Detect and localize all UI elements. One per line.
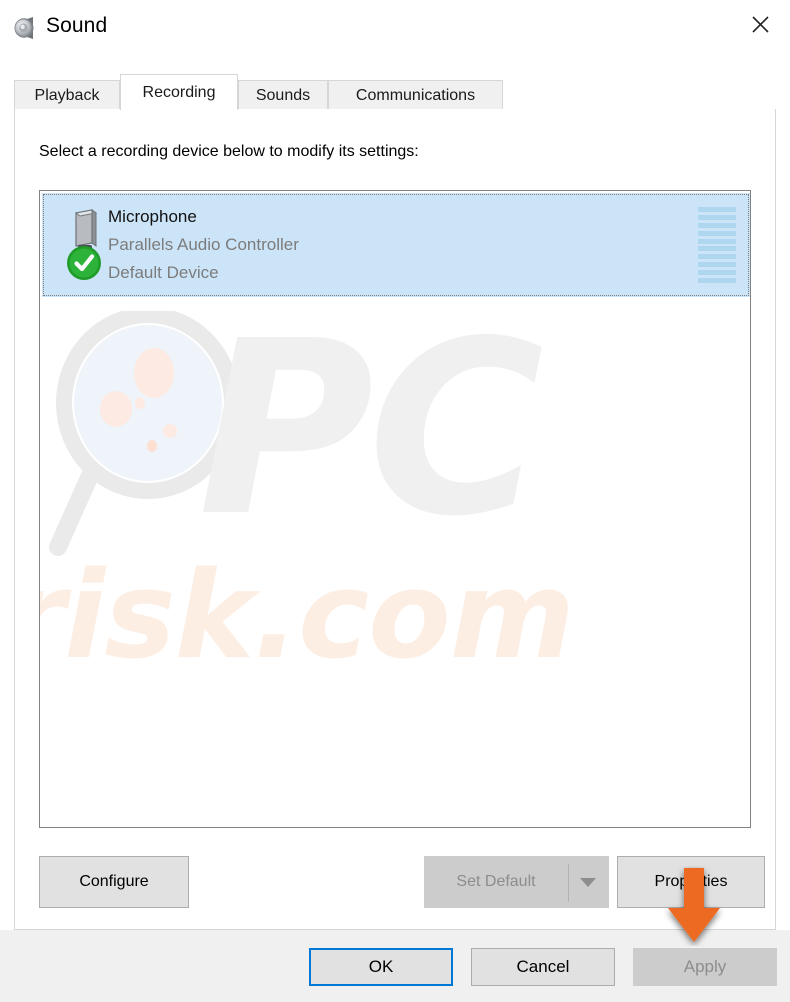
meter-segment <box>698 246 736 252</box>
tab-playback[interactable]: Playback <box>14 80 120 110</box>
tab-communications-label: Communications <box>355 86 476 104</box>
magnifying-glass-icon <box>49 311 238 556</box>
watermark-text-secondary: risk.com <box>40 547 575 686</box>
tab-sounds-label: Sounds <box>255 86 311 104</box>
cancel-button-label: Cancel <box>516 957 570 976</box>
close-button[interactable] <box>730 0 790 48</box>
apply-button-label: Apply <box>683 957 727 976</box>
tab-recording[interactable]: Recording <box>120 74 238 110</box>
meter-segment <box>698 207 736 212</box>
set-default-button: Set Default <box>424 856 568 908</box>
apply-button: Apply <box>633 948 777 986</box>
title-bar: Sound <box>0 0 790 56</box>
tab-sounds[interactable]: Sounds <box>238 80 328 110</box>
cancel-button[interactable]: Cancel <box>471 948 615 986</box>
instruction-text: Select a recording device below to modif… <box>39 143 419 160</box>
meter-segment <box>698 262 736 268</box>
device-status: Default Device <box>108 263 219 282</box>
watermark-text-primary: PC <box>198 289 544 569</box>
chevron-down-icon <box>580 877 596 887</box>
tab-playback-label: Playback <box>34 86 100 104</box>
meter-segment <box>698 230 736 236</box>
split-separator <box>568 864 569 902</box>
tab-bar: Playback Recording Sounds Communications <box>14 74 776 110</box>
meter-segment <box>698 214 736 220</box>
close-icon <box>751 15 769 33</box>
meter-segment <box>698 254 736 260</box>
ok-button[interactable]: OK <box>309 948 453 986</box>
device-list-item-microphone[interactable]: Microphone Parallels Audio Controller De… <box>42 193 750 297</box>
dialog-footer: OK Cancel Apply <box>0 930 790 1002</box>
tab-recording-label: Recording <box>142 83 216 101</box>
configure-button[interactable]: Configure <box>39 856 189 908</box>
set-default-dropdown-button <box>568 856 609 908</box>
meter-segment <box>698 270 736 275</box>
meter-segment <box>698 238 736 244</box>
window-title: Sound <box>46 14 108 37</box>
tab-panel-recording: Select a recording device below to modif… <box>14 109 776 942</box>
device-driver: Parallels Audio Controller <box>108 235 299 254</box>
ok-button-label: OK <box>368 957 394 976</box>
meter-segment <box>698 277 736 283</box>
microphone-icon <box>67 209 101 280</box>
set-default-button-label: Set Default <box>456 873 536 890</box>
tab-communications[interactable]: Communications <box>328 80 503 110</box>
properties-button[interactable]: Properties <box>617 856 765 908</box>
device-name: Microphone <box>108 207 197 226</box>
speaker-icon <box>12 15 38 41</box>
configure-button-label: Configure <box>79 873 149 890</box>
volume-level-meter <box>698 207 736 283</box>
meter-segment <box>698 222 736 228</box>
properties-button-label: Properties <box>654 873 728 890</box>
recording-device-list[interactable]: PC risk.com Microphone Parallels Audio C… <box>39 190 751 828</box>
